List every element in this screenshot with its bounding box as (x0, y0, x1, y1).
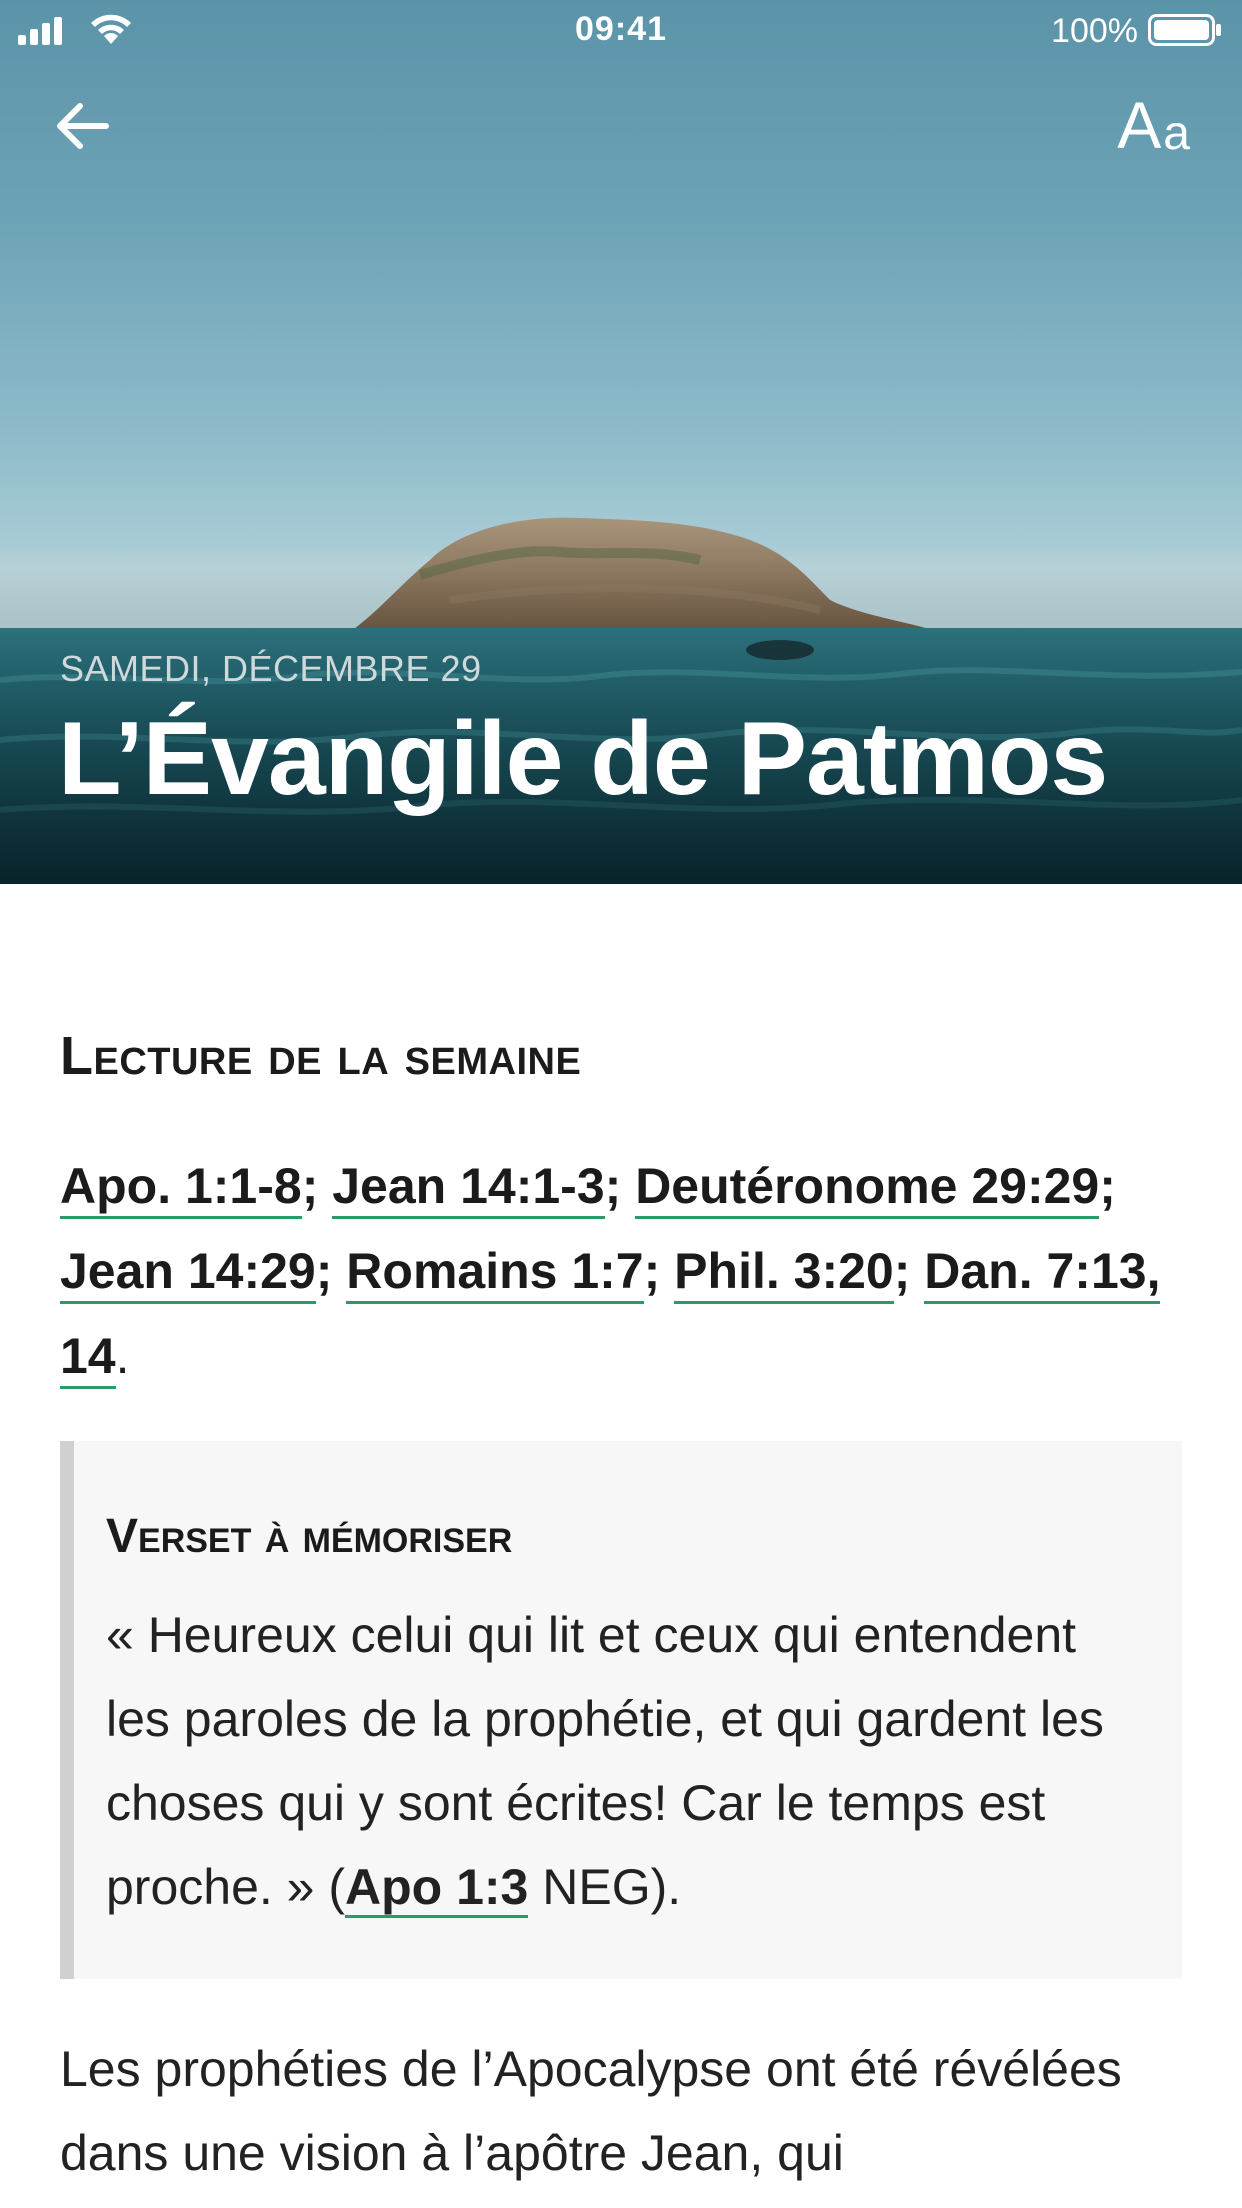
memory-verse-box: Verset à mémoriser « Heureux celui qui l… (60, 1441, 1182, 1979)
reference-link[interactable]: Jean 14:1-3 (332, 1158, 605, 1219)
memory-verse-heading: Verset à mémoriser (106, 1510, 513, 1563)
hero-image: 09:41 100% A a SAMEDI, DÉCEMBRE 29 L’Éva… (0, 0, 1242, 884)
ref-separator: ; (315, 1243, 347, 1299)
ref-separator: ; (604, 1158, 636, 1214)
memory-verse-version: NEG). (528, 1859, 682, 1915)
battery-icon (1148, 14, 1221, 46)
lesson-title: L’Évangile de Patmos (58, 701, 1108, 817)
font-size-icon-big: A (1117, 88, 1162, 162)
back-button[interactable] (52, 96, 112, 156)
reading-references: Apo. 1:1-8; Jean 14:1-3; Deutéronome 29:… (60, 1144, 1180, 1399)
lesson-content: Lecture de la semaine Apo. 1:1-8; Jean 1… (60, 884, 1182, 2195)
ref-separator: ; (643, 1243, 675, 1299)
memory-verse-text: « Heureux celui qui lit et ceux qui ente… (106, 1593, 1142, 1929)
lesson-date: SAMEDI, DÉCEMBRE 29 (60, 648, 482, 689)
memory-verse-reference-link[interactable]: Apo 1:3 (345, 1859, 529, 1918)
status-bar: 09:41 100% (0, 0, 1242, 62)
ref-separator: ; (1099, 1158, 1116, 1214)
ref-separator: ; (893, 1243, 925, 1299)
font-size-icon-small: a (1163, 107, 1190, 160)
ref-separator: ; (301, 1158, 333, 1214)
reference-link[interactable]: Apo. 1:1-8 (60, 1158, 302, 1219)
font-size-button[interactable]: A a (1117, 88, 1190, 158)
reading-heading: Lecture de la semaine (60, 1026, 582, 1086)
reference-link[interactable]: Deutéronome 29:29 (635, 1158, 1100, 1219)
reference-link[interactable]: Phil. 3:20 (674, 1243, 894, 1304)
back-arrow-icon (57, 103, 109, 149)
battery-percent: 100% (1051, 12, 1138, 50)
reference-link[interactable]: Romains 1:7 (346, 1243, 644, 1304)
ref-end: . (115, 1328, 130, 1384)
reference-link[interactable]: Jean 14:29 (60, 1243, 316, 1304)
lesson-body-paragraph: Les prophéties de l’Apocalypse ont été r… (60, 2041, 1122, 2181)
lesson-page: 09:41 100% A a SAMEDI, DÉCEMBRE 29 L’Éva… (0, 0, 1242, 2208)
